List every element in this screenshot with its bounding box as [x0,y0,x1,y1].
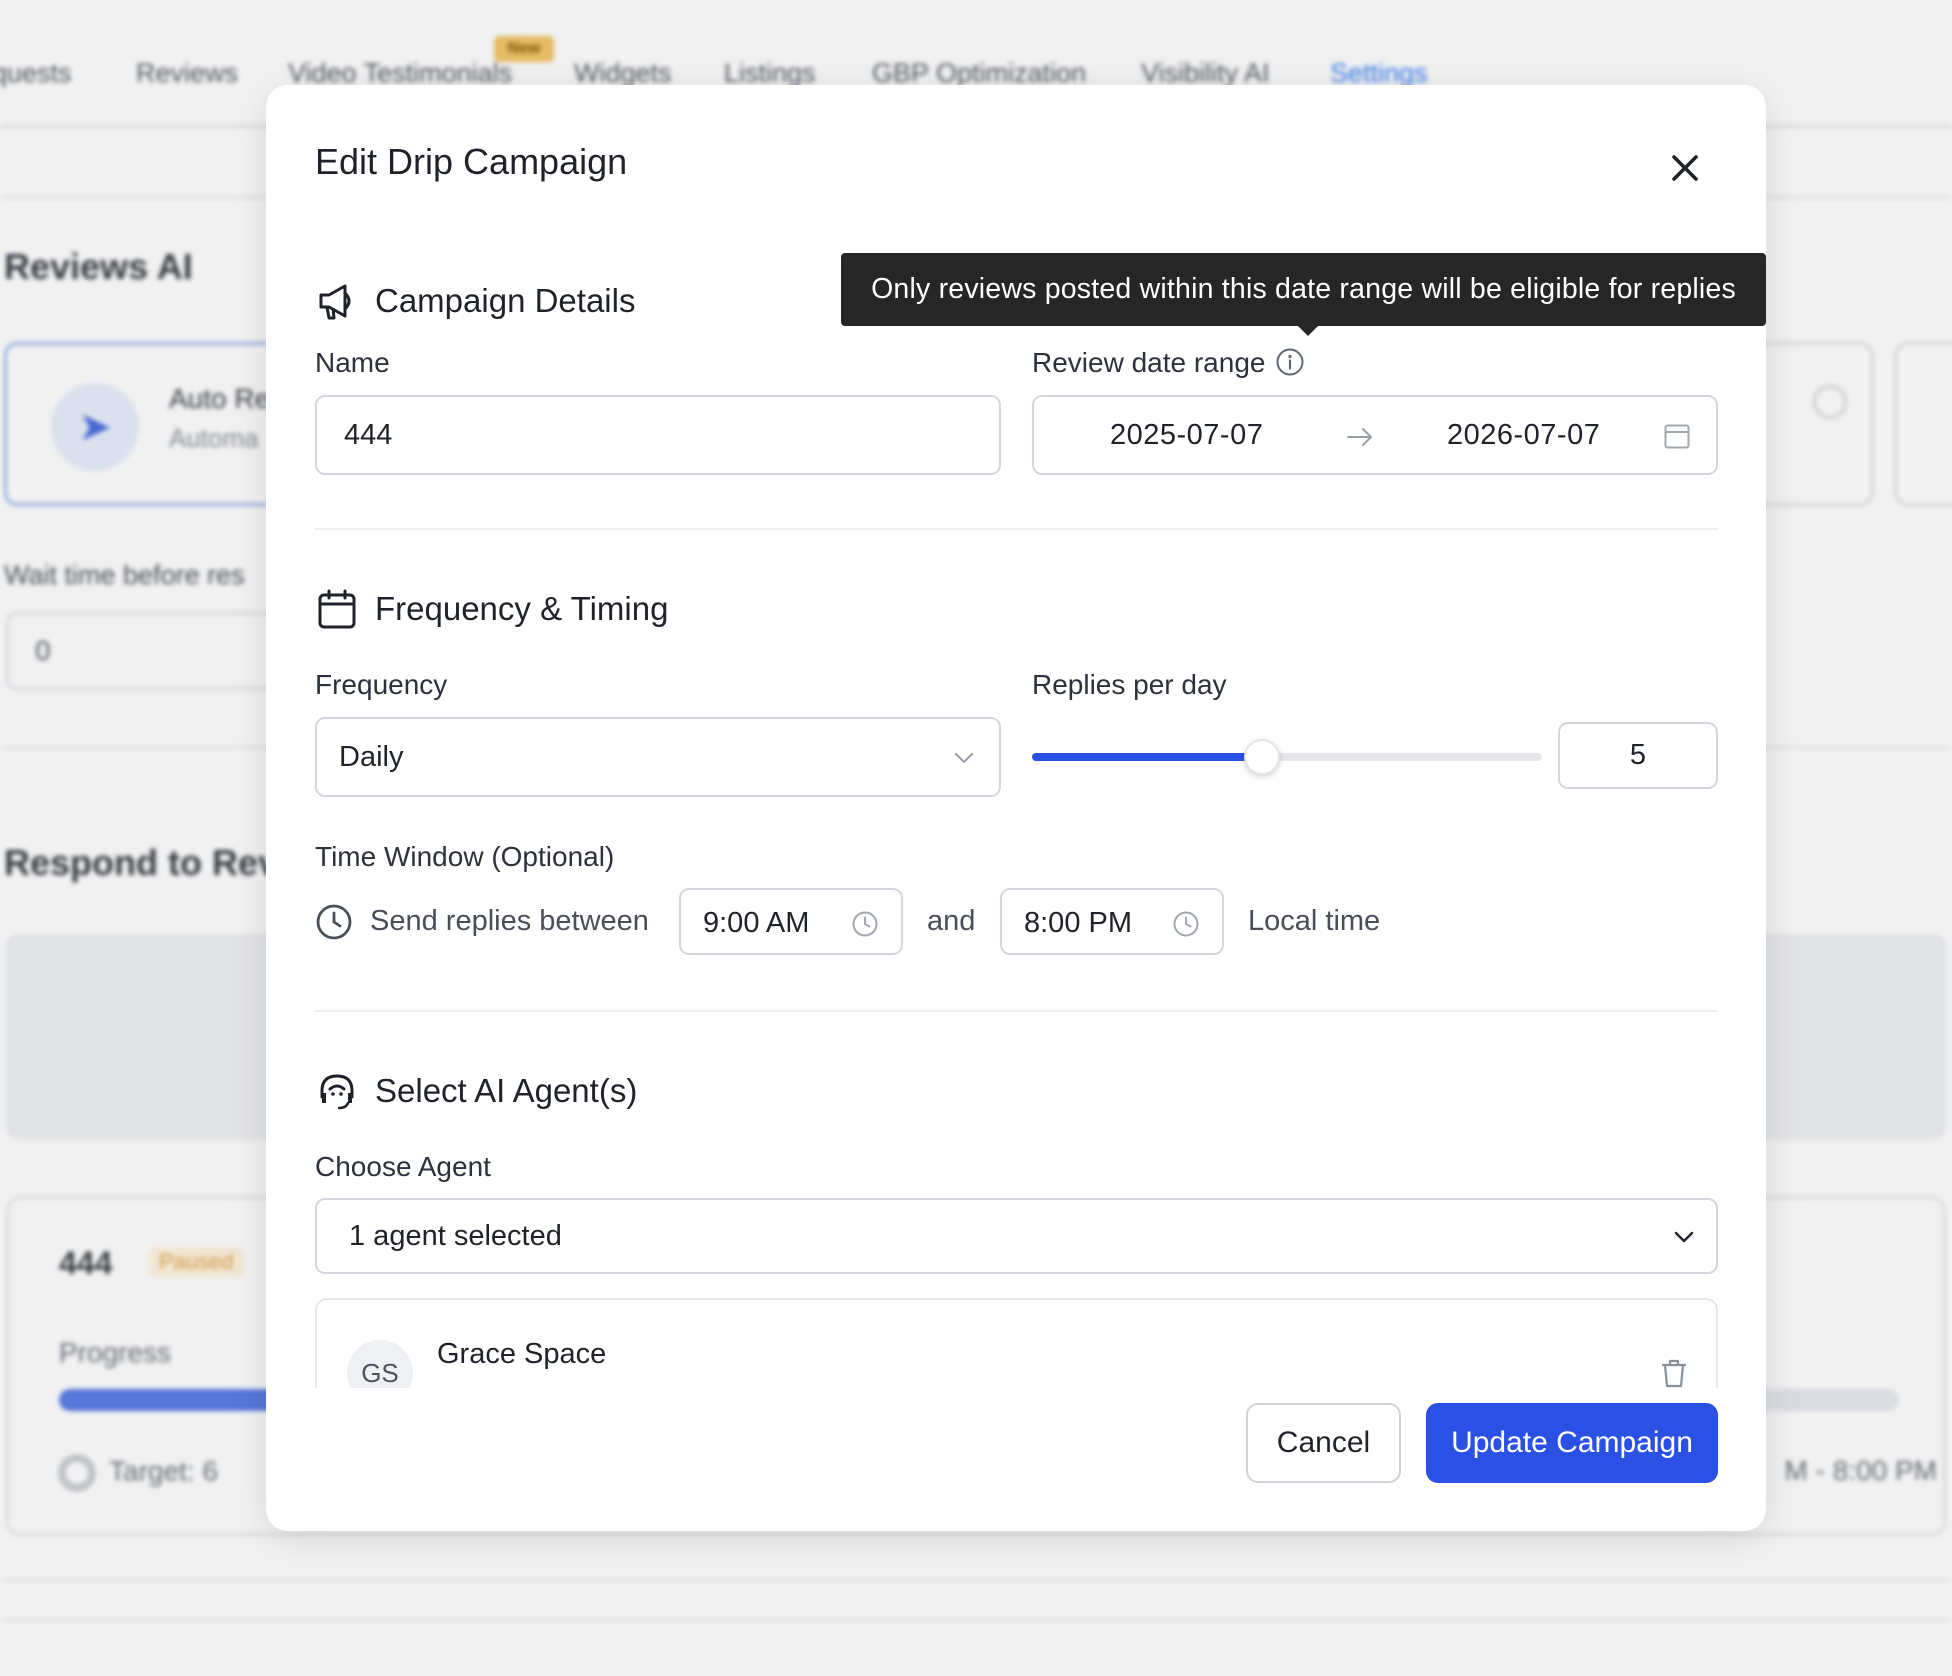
date-range-label-text: Review date range [1032,347,1266,378]
slider-thumb[interactable] [1243,739,1280,775]
and-text: and [927,905,976,937]
campaign-details-header: Campaign Details [315,279,635,323]
campaign-details-title: Campaign Details [375,282,636,319]
arrow-right-icon [1344,421,1376,453]
close-icon [1672,155,1698,181]
avatar: GS [347,1340,413,1388]
replies-per-day-label: Replies per day [1032,669,1227,700]
send-between-text: Send replies between [370,905,649,937]
frequency-select[interactable]: Daily [315,717,1001,797]
clock-icon [1172,910,1200,938]
agents-title: Select AI Agent(s) [375,1072,638,1109]
chevron-down-icon [1671,1224,1697,1250]
end-time-picker[interactable]: 8:00 PM [1000,888,1224,955]
edit-drip-campaign-modal: Edit Drip Campaign Campaign Details Name… [266,85,1766,1531]
close-button[interactable] [1664,147,1706,189]
frequency-timing-title: Frequency & Timing [375,590,669,627]
agent-select-value: 1 agent selected [349,1220,562,1252]
end-time-value: 8:00 PM [1024,907,1132,939]
start-time-picker[interactable]: 9:00 AM [679,888,903,955]
chevron-down-icon [951,745,977,771]
date-end[interactable]: 2026-07-07 [1447,419,1600,452]
date-start[interactable]: 2025-07-07 [1110,419,1263,452]
selected-agent-card: GS Grace Space [315,1298,1718,1388]
clock-icon [851,910,879,938]
agent-name: Grace Space [437,1338,607,1370]
name-input[interactable] [315,395,1001,475]
modal-title: Edit Drip Campaign [315,141,628,182]
headset-agent-icon [315,1069,359,1113]
trash-icon[interactable] [1657,1356,1691,1388]
date-range-label: Review date range [1032,347,1305,379]
time-window-label: Time Window (Optional) [315,841,615,872]
frequency-label: Frequency [315,669,448,700]
agents-header: Select AI Agent(s) [315,1069,637,1113]
calendar-icon [315,587,359,631]
name-label: Name [315,347,390,378]
update-campaign-button[interactable]: Update Campaign [1426,1403,1718,1483]
slider-fill [1032,753,1262,761]
replies-slider[interactable] [1032,739,1542,775]
agent-select[interactable]: 1 agent selected [315,1198,1718,1274]
section-divider [315,528,1718,530]
info-icon[interactable] [1275,347,1305,377]
clock-icon [315,903,353,941]
start-time-value: 9:00 AM [703,907,810,939]
date-range-picker[interactable]: 2025-07-07 2026-07-07 [1032,395,1718,475]
frequency-timing-header: Frequency & Timing [315,587,668,631]
date-range-tooltip: Only reviews posted within this date ran… [841,253,1766,326]
calendar-icon [1662,421,1692,451]
frequency-value: Daily [339,741,404,773]
choose-agent-label: Choose Agent [315,1151,491,1182]
replies-per-day-input[interactable] [1558,722,1718,789]
local-time-text: Local time [1248,905,1381,937]
section-divider [315,1010,1718,1012]
megaphone-icon [315,279,359,323]
tooltip-arrow [1297,325,1319,336]
cancel-button[interactable]: Cancel [1246,1403,1401,1483]
